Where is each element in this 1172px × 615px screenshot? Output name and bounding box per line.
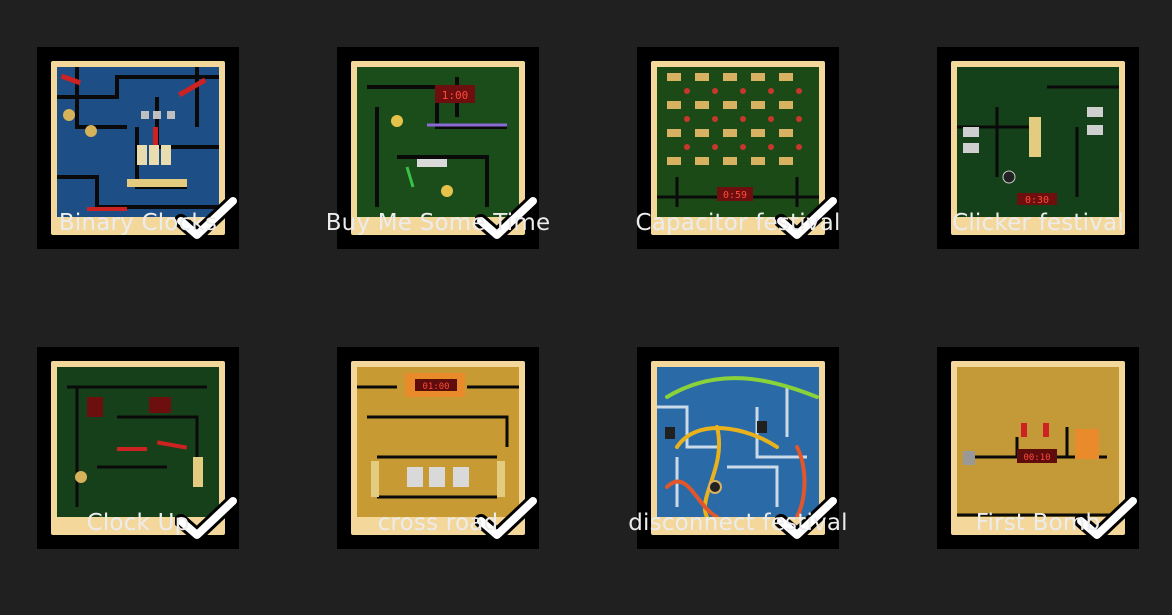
level-tile-cross-road[interactable]: 01:00 cross road [300, 300, 600, 600]
thumbnail-paper: 0:30 [951, 61, 1125, 235]
level-title: cross road [377, 510, 499, 536]
level-grid: Binary Clocks .tile:nth-child(1) .title{… [0, 0, 1172, 615]
countdown-display: 01:00 [422, 382, 449, 392]
level-tile-clicker-festival[interactable]: 0:30 Clicker festival [900, 0, 1172, 300]
level-tile-binary-clocks[interactable]: Binary Clocks .tile:nth-child(1) .title{… [0, 0, 300, 300]
level-title: disconnect festival [628, 510, 848, 536]
circuit-board-image: 0:30 [957, 67, 1119, 217]
countdown-display: 0:59 [723, 190, 747, 201]
level-title: First Bomb [975, 510, 1101, 536]
countdown-display: 0:30 [1025, 195, 1049, 206]
countdown-display: 00:10 [1023, 453, 1050, 463]
level-tile-buy-me-some-time[interactable]: 1:00 Buy Me Some Time [300, 0, 600, 300]
level-title: Buy Me Some Time [325, 210, 551, 236]
level-tile-disconnect-festival[interactable]: disconnect festival [600, 300, 900, 600]
level-title: Capacitor festival [635, 210, 841, 236]
level-tile-first-bomb[interactable]: 00:10 First Bomb [900, 300, 1172, 600]
level-title: Clock Up [86, 510, 190, 536]
countdown-display: 1:00 [442, 89, 469, 102]
level-title: Clicker festival [952, 210, 1124, 236]
level-tile-clock-up[interactable]: Clock Up [0, 300, 300, 600]
level-title: Binary Clocks [58, 210, 218, 236]
level-tile-capacitor-festival[interactable]: 0:59 Capacitor festival [600, 0, 900, 300]
